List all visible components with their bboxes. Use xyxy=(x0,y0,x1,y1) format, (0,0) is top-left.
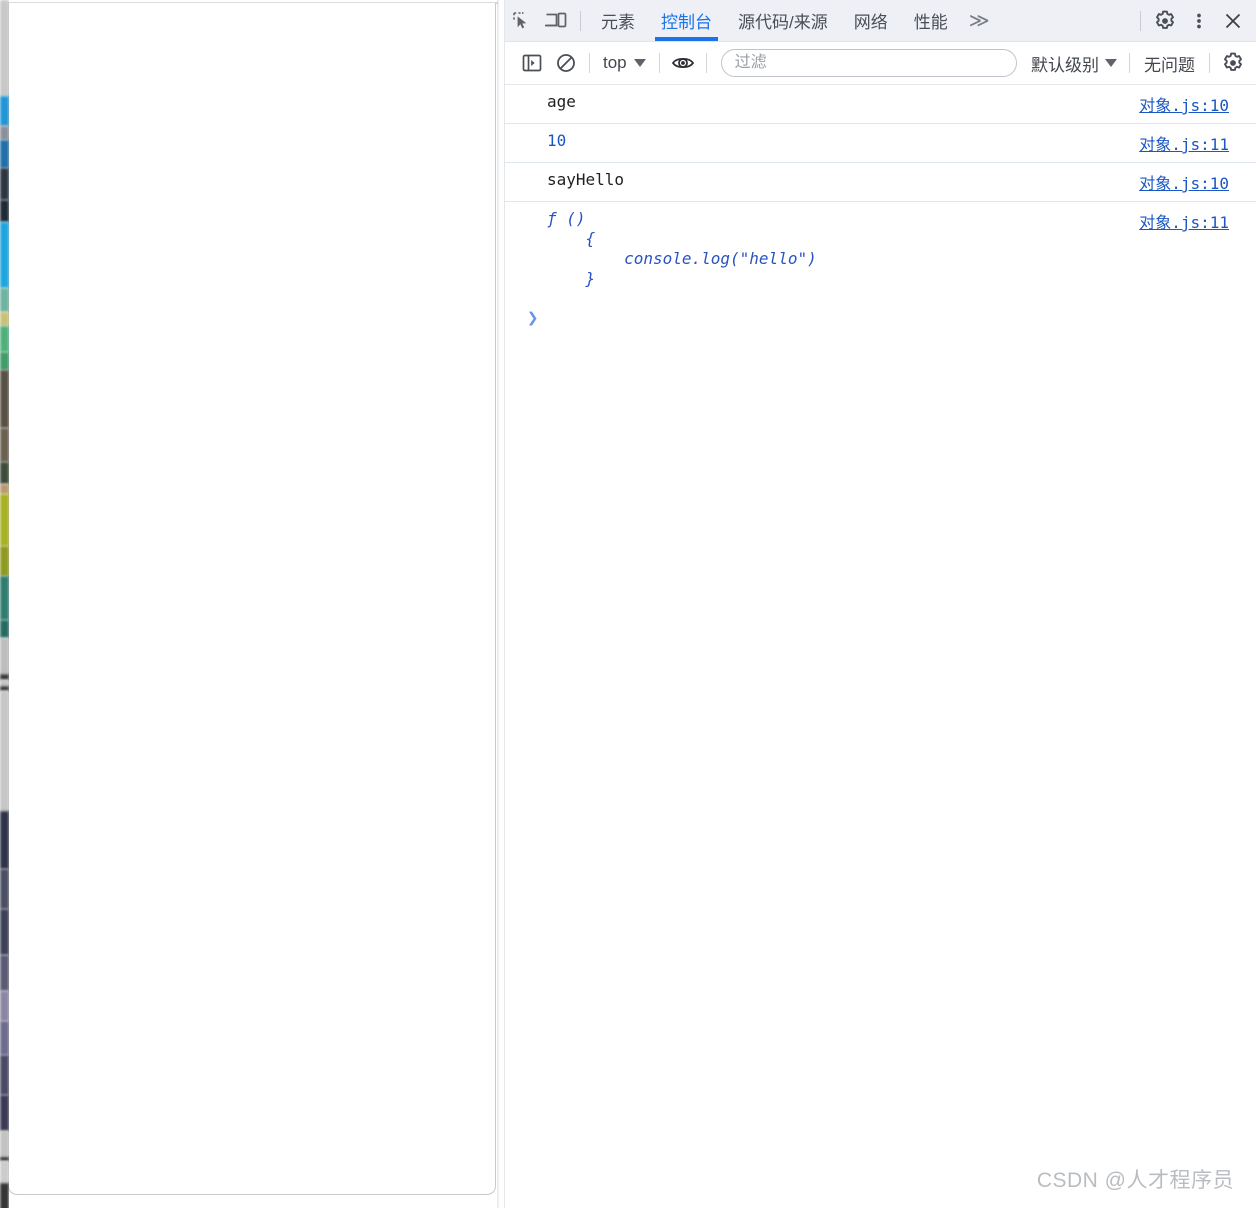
tab-console[interactable]: 控制台 xyxy=(648,1,725,41)
page-edge-band xyxy=(0,620,9,638)
console-message-source-link[interactable]: 对象.js:10 xyxy=(1139,170,1229,194)
console-message-list[interactable]: age 对象.js:10 10 对象.js:11 sayHello 对象.js:… xyxy=(505,85,1256,1208)
page-edge-band xyxy=(0,200,9,222)
tabbar-divider-2 xyxy=(1140,10,1141,31)
console-message-text: 10 xyxy=(547,131,567,150)
filter-input[interactable] xyxy=(720,49,1017,77)
tab-elements[interactable]: 元素 xyxy=(588,1,648,41)
console-message-row[interactable]: ƒ () { console.log("hello") } 对象.js:11 xyxy=(505,202,1256,296)
console-sidebar-icon[interactable] xyxy=(515,48,549,78)
console-function-line: { xyxy=(547,229,596,248)
console-message-source-link[interactable]: 对象.js:11 xyxy=(1139,209,1229,233)
device-toolbar-icon[interactable] xyxy=(539,6,573,36)
console-message-row[interactable]: 10 对象.js:11 xyxy=(505,124,1256,163)
console-toolbar-divider-1 xyxy=(589,53,590,73)
page-edge-band xyxy=(0,222,9,288)
console-toolbar-divider-5 xyxy=(1209,53,1210,73)
tab-network-label: 网络 xyxy=(853,13,888,32)
browser-page-viewport xyxy=(0,0,504,1208)
page-edge-band xyxy=(0,909,9,955)
console-message-row[interactable]: sayHello 对象.js:10 xyxy=(505,163,1256,202)
tab-console-label: 控制台 xyxy=(661,13,712,32)
page-edge-band xyxy=(0,428,9,462)
console-message-row[interactable]: age 对象.js:10 xyxy=(505,85,1256,124)
page-edge-band xyxy=(0,869,9,909)
console-prompt-input[interactable] xyxy=(548,307,1256,329)
page-edge-band xyxy=(0,370,9,428)
console-message-source-link[interactable]: 对象.js:11 xyxy=(1139,131,1229,155)
console-function-line: } xyxy=(547,269,596,288)
watermark: CSDN @人才程序员 xyxy=(1036,1169,1234,1192)
console-prompt-row[interactable]: ❯ xyxy=(505,296,1256,340)
page-edge-band xyxy=(0,638,9,674)
page-edge-band xyxy=(0,1161,9,1183)
page-edge-band xyxy=(0,484,9,494)
filter-wrap xyxy=(720,49,1017,77)
tabbar-divider-1 xyxy=(580,10,581,31)
page-edge-band xyxy=(0,691,9,811)
prompt-chevron-icon: ❯ xyxy=(527,306,539,329)
page-edge-band xyxy=(0,462,9,484)
clear-console-icon[interactable] xyxy=(549,48,583,78)
page-edge-band xyxy=(0,96,9,126)
console-message-text: sayHello xyxy=(547,170,625,189)
console-function-line: ƒ () xyxy=(547,209,586,228)
issues-status[interactable]: 无问题 xyxy=(1136,48,1203,79)
console-toolbar-divider-2 xyxy=(658,53,660,73)
tab-performance-label: 性能 xyxy=(913,13,948,32)
tab-performance[interactable]: 性能 xyxy=(901,1,961,41)
kebab-menu-icon[interactable] xyxy=(1182,6,1216,36)
console-function-value: ƒ () { console.log("hello") } xyxy=(547,209,817,289)
tab-sources-label: 源代码/来源 xyxy=(738,13,828,32)
execution-context-select[interactable]: top xyxy=(596,50,653,76)
tab-sources[interactable]: 源代码/来源 xyxy=(725,1,841,41)
page-edge-band xyxy=(0,1131,9,1157)
chevron-down-icon xyxy=(633,59,646,67)
gear-icon[interactable] xyxy=(1148,6,1182,36)
page-edge-band xyxy=(0,168,9,200)
log-level-select[interactable]: 默认级别 xyxy=(1025,48,1123,79)
page-edge-band xyxy=(0,811,9,869)
page-content-area[interactable] xyxy=(8,3,496,1195)
execution-context-label: top xyxy=(603,53,627,72)
page-edge-band xyxy=(0,126,9,140)
chevron-down-icon xyxy=(1105,59,1117,67)
close-icon[interactable] xyxy=(1216,6,1250,36)
console-message-text: age xyxy=(547,92,576,111)
page-edge-band xyxy=(0,1021,9,1055)
page-edge-band xyxy=(0,140,9,168)
page-edge-band xyxy=(0,0,9,96)
tab-network[interactable]: 网络 xyxy=(841,1,901,41)
devtools-tabbar: 元素 控制台 源代码/来源 网络 性能 ≫ xyxy=(505,0,1256,42)
live-expression-eye-icon[interactable] xyxy=(666,48,700,78)
page-edge-band xyxy=(0,1183,9,1208)
page-edge-band xyxy=(0,326,9,352)
console-function-line: console.log("hello") xyxy=(547,249,817,268)
page-edge-band xyxy=(0,955,9,991)
devtools-panel: 元素 控制台 源代码/来源 网络 性能 ≫ top 过滤 默认级别 无问题 ag… xyxy=(504,0,1256,1208)
console-toolbar-divider-4 xyxy=(1129,53,1130,73)
page-left-edge-strip xyxy=(0,0,9,1208)
page-edge-band xyxy=(0,991,9,1021)
console-message-source-link[interactable]: 对象.js:10 xyxy=(1139,92,1229,116)
console-toolbar: top 默认级别 无问题 xyxy=(505,42,1256,85)
page-edge-band xyxy=(0,1095,9,1131)
page-edge-band xyxy=(0,494,9,546)
page-edge-band xyxy=(0,288,9,312)
console-toolbar-divider-3 xyxy=(705,53,707,73)
log-level-label: 默认级别 xyxy=(1031,55,1099,75)
page-edge-band xyxy=(0,546,9,576)
console-settings-gear-icon[interactable] xyxy=(1216,48,1250,78)
tabbar-right-actions xyxy=(1133,6,1256,36)
page-edge-band xyxy=(0,1055,9,1095)
page-edge-band xyxy=(0,352,9,370)
more-tabs-chevron-icon[interactable]: ≫ xyxy=(961,6,996,36)
page-edge-band xyxy=(0,576,9,620)
inspect-element-icon[interactable] xyxy=(505,6,539,36)
page-edge-band xyxy=(0,312,9,326)
tab-elements-label: 元素 xyxy=(601,13,635,32)
